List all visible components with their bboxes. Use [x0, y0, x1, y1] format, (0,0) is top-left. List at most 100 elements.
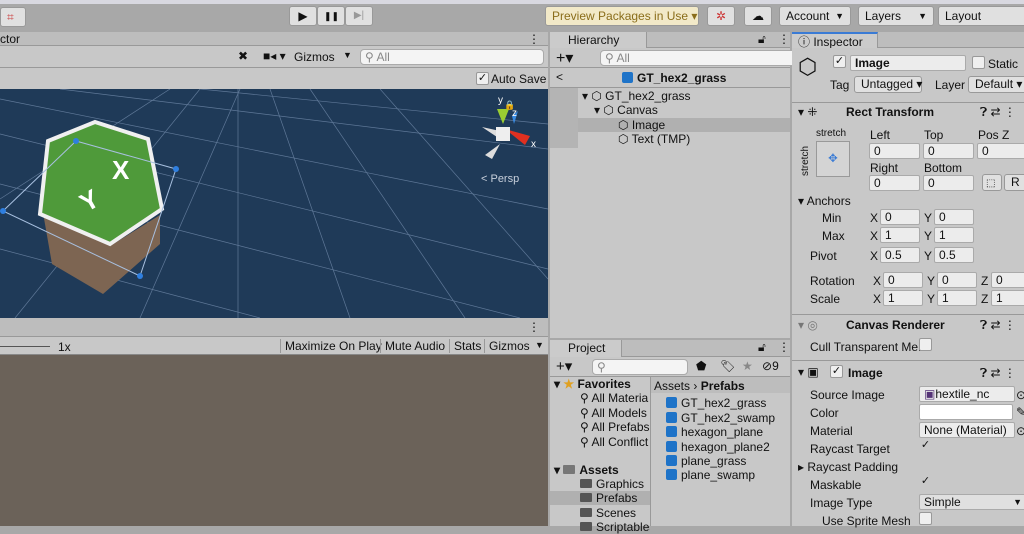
maskable-checkbox[interactable]: ✓	[919, 476, 932, 489]
anchor-min-x[interactable]: 0	[880, 209, 920, 225]
game-gizmos-button[interactable]: Gizmos	[484, 339, 534, 353]
asset-item[interactable]: hexagon_plane2	[666, 440, 770, 454]
favorite-item[interactable]: ⚲ All Conflict	[580, 435, 650, 449]
chevron-down-icon[interactable]: ▼	[535, 340, 544, 350]
favorite-item[interactable]: ⚲ All Prefabs	[580, 420, 650, 434]
asset-item[interactable]: hexagon_plane	[666, 425, 763, 439]
scene-search-input[interactable]: ⚲ All	[360, 49, 544, 65]
name-input[interactable]: Image	[850, 55, 966, 71]
game-view[interactable]	[0, 355, 548, 526]
anchors-foldout[interactable]: ▾ Anchors	[798, 194, 851, 208]
image-enabled-checkbox[interactable]: ✓	[830, 365, 843, 378]
object-picker-icon[interactable]: ⊙	[1016, 388, 1024, 402]
layers-dropdown[interactable]: Layers ▼	[858, 6, 934, 26]
folder-item[interactable]: Scriptables	[580, 520, 650, 534]
label-icon[interactable]: 🏷︎	[720, 359, 735, 373]
eyedropper-icon[interactable]: ✎	[1016, 405, 1024, 419]
tag-dropdown[interactable]: Untagged ▾	[854, 76, 922, 93]
anchor-max-y[interactable]: 1	[934, 227, 974, 243]
image-component-icon[interactable]: ▾ ▣	[798, 365, 819, 379]
pivot-y[interactable]: 0.5	[934, 247, 974, 263]
gizmos-dropdown[interactable]: Gizmos	[294, 50, 335, 64]
source-image-field[interactable]: ▣hextile_nc	[919, 386, 1015, 402]
color-field[interactable]	[919, 404, 1013, 420]
cloud-icon[interactable]: ☁	[744, 6, 772, 26]
account-dropdown[interactable]: Account ▼	[779, 6, 851, 26]
add-button[interactable]: +▾	[556, 48, 573, 68]
use-sprite-mesh-checkbox[interactable]	[919, 512, 932, 525]
gameobject-icon[interactable]: ⬡	[798, 54, 817, 80]
collab-icon[interactable]: ✲	[707, 6, 735, 26]
tab-hierarchy[interactable]: Hierarchy	[550, 32, 647, 49]
hierarchy-item[interactable]: ⬡ Text (TMP)	[618, 132, 690, 146]
star-icon[interactable]: ★	[742, 359, 753, 373]
breadcrumb-assets[interactable]: Assets	[654, 379, 690, 393]
lock-icon[interactable]: 🔓︎	[758, 32, 766, 47]
step-button[interactable]: ▶|	[345, 6, 373, 26]
maximize-on-play-button[interactable]: Maximize On Play	[280, 339, 386, 353]
rotation-z[interactable]: 0	[991, 272, 1024, 288]
raycast-target-checkbox[interactable]: ✓	[919, 440, 932, 453]
preview-packages-button[interactable]: Preview Packages in Use ▾	[545, 6, 699, 26]
hidden-packages-icon[interactable]: ⊘9	[762, 359, 779, 373]
image-type-dropdown[interactable]: Simple ▼	[919, 494, 1024, 510]
left-input[interactable]: 0	[869, 143, 920, 159]
project-search-input[interactable]: ⚲	[592, 359, 688, 375]
hierarchy-item-selected[interactable]: ⬡ Image	[618, 118, 665, 132]
cull-checkbox[interactable]	[919, 338, 932, 351]
help-icon[interactable]: ❓︎ ⇄ ⋮	[980, 366, 1016, 381]
layer-dropdown[interactable]: Default ▾	[968, 76, 1024, 93]
play-button[interactable]: ▶	[289, 6, 317, 26]
anchor-max-x[interactable]: 1	[880, 227, 920, 243]
canvas-renderer-icon[interactable]: ▾ ◎	[798, 318, 818, 332]
help-icon[interactable]: ❓︎ ⇄ ⋮	[980, 318, 1016, 333]
favorite-item[interactable]: ⚲ All Models	[580, 406, 650, 420]
more-icon[interactable]: ⋮	[778, 32, 790, 46]
object-picker-icon[interactable]: ⊙	[1016, 424, 1024, 438]
scale-x[interactable]: 1	[883, 290, 923, 306]
right-input[interactable]: 0	[869, 175, 920, 191]
favorites-section[interactable]: ▾ ★ Favorites	[554, 377, 631, 391]
more-icon[interactable]: ⋮	[528, 32, 540, 46]
stats-button[interactable]: Stats	[449, 339, 485, 353]
more-icon[interactable]: ⋮	[528, 320, 540, 334]
asset-item[interactable]: plane_grass	[666, 454, 746, 468]
rect-transform-icon[interactable]: ▾ ⁜	[798, 105, 817, 119]
anchor-min-y[interactable]: 0	[934, 209, 974, 225]
asset-item[interactable]: GT_hex2_grass	[666, 396, 766, 410]
pivot-x[interactable]: 0.5	[880, 247, 920, 263]
rotation-x[interactable]: 0	[883, 272, 923, 288]
raw-edit-button[interactable]: R	[1004, 174, 1024, 191]
raycast-padding-foldout[interactable]: ▸ Raycast Padding	[798, 460, 898, 474]
persp-label[interactable]: < Persp	[481, 173, 519, 185]
top-input[interactable]: 0	[923, 143, 974, 159]
assets-section[interactable]: ▾ Assets	[554, 463, 619, 477]
scale-slider[interactable]	[0, 346, 50, 347]
bottom-input[interactable]: 0	[923, 175, 974, 191]
hierarchy-item[interactable]: ▾ ⬡ GT_hex2_grass	[582, 89, 691, 103]
scale-z[interactable]: 1	[991, 290, 1024, 306]
scale-y[interactable]: 1	[937, 290, 977, 306]
favorite-item[interactable]: ⚲ All Materia	[580, 391, 650, 405]
folder-item-selected[interactable]: Prefabs	[580, 491, 637, 505]
asset-item[interactable]: GT_hex2_swamp	[666, 411, 775, 425]
blueprint-mode-button[interactable]: ⬚	[982, 174, 1002, 191]
rect-transform-header[interactable]: Rect Transform	[846, 105, 934, 119]
layout-dropdown[interactable]: Layout	[938, 6, 1024, 26]
image-header[interactable]: Image	[848, 366, 883, 380]
anchor-preset-button[interactable]: ✥	[816, 141, 850, 177]
hierarchy-item[interactable]: ▾ ⬡ Canvas	[594, 103, 658, 117]
auto-save-checkbox[interactable]: ✓	[476, 72, 489, 85]
mute-audio-button[interactable]: Mute Audio	[380, 339, 449, 353]
snap-button[interactable]: ⌗	[0, 7, 26, 27]
posz-input[interactable]: 0	[977, 143, 1024, 159]
lock-icon[interactable]: 🔒	[504, 100, 515, 110]
static-checkbox[interactable]	[972, 56, 985, 69]
folder-item[interactable]: Graphics	[580, 477, 644, 491]
tab-project[interactable]: Project	[550, 340, 622, 357]
scene-view[interactable]: X Y y z x < Persp 🔒	[0, 89, 548, 318]
pause-button[interactable]: ❚❚	[317, 6, 345, 26]
lock-icon[interactable]: 🔓︎	[758, 340, 766, 355]
material-field[interactable]: None (Material)	[919, 422, 1015, 438]
tab-scene[interactable]: ctor	[0, 32, 20, 46]
